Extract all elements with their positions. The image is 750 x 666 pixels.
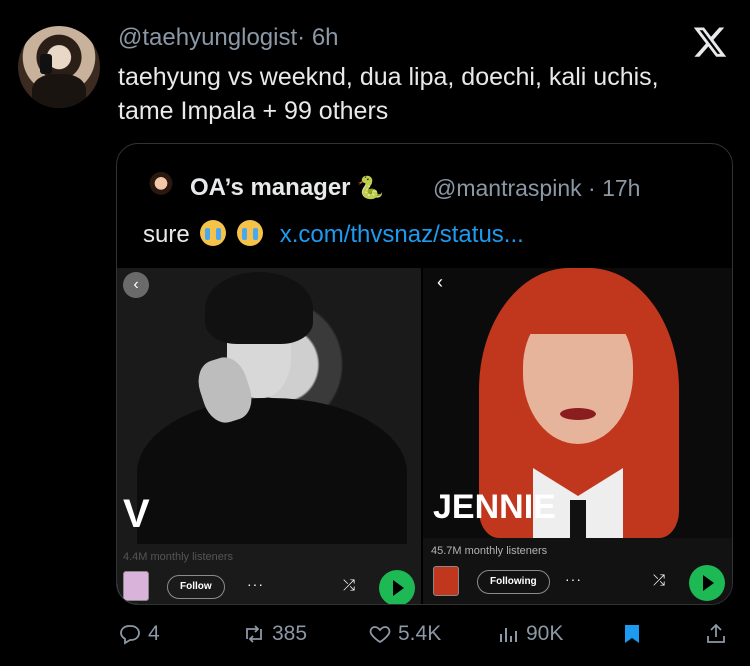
following-button: Following	[477, 570, 550, 594]
jennie-lips	[560, 408, 596, 420]
more-options-icon: ···	[565, 571, 582, 587]
tweet-time: · 6h	[297, 24, 339, 51]
media-image-jennie[interactable]: ‹ JENNIE 45.7M monthly listeners Followi…	[423, 268, 732, 604]
crying-emoji-icon	[200, 220, 227, 246]
media-image-v[interactable]: ‹ V 4.4M monthly listeners Follow ··· ⤮	[117, 268, 421, 604]
quote-author-handle: @mantraspink · 17h	[433, 175, 641, 201]
jennie-bangs	[519, 294, 637, 334]
v-hair	[205, 272, 313, 344]
artist-name: JENNIE	[433, 488, 556, 526]
share-button[interactable]	[704, 622, 728, 646]
repost-count: 385	[272, 622, 308, 645]
views-button[interactable]: 90K	[496, 622, 563, 646]
bookmark-button[interactable]	[620, 622, 644, 646]
back-icon: ‹	[123, 272, 149, 298]
follow-button: Follow	[167, 575, 225, 599]
reply-count: 4	[148, 622, 160, 645]
repost-icon	[246, 625, 262, 643]
analytics-icon	[500, 628, 517, 642]
artist-name: V	[123, 492, 151, 536]
bookmark-icon	[625, 625, 639, 643]
snake-emoji-icon: 🐍	[356, 175, 384, 200]
tweet-actions: 4 385 5.4K 90K	[118, 622, 730, 652]
monthly-listeners: 45.7M monthly listeners	[431, 545, 548, 557]
author-avatar[interactable]	[18, 26, 100, 108]
avatar-figure	[32, 74, 86, 108]
monthly-listeners: 4.4M monthly listeners	[123, 551, 234, 563]
crying-emoji-icon	[237, 220, 264, 246]
repost-button[interactable]: 385	[242, 622, 307, 646]
shuffle-icon: ⤮	[653, 572, 666, 589]
heart-icon	[369, 626, 391, 644]
x-logo-icon	[693, 27, 727, 57]
quote-link[interactable]: x.com/thvsnaz/status...	[280, 221, 524, 248]
tweet-header: @taehyunglogist· 6h	[118, 24, 339, 52]
more-options-icon: ···	[247, 576, 264, 592]
play-button-icon	[379, 570, 415, 604]
quote-author-name-text: OA’s manager	[190, 174, 351, 201]
quote-author-name: OA’s manager 🐍	[190, 174, 384, 202]
view-count: 90K	[526, 622, 564, 645]
shuffle-icon: ⤮	[343, 577, 356, 594]
reply-button[interactable]: 4	[118, 622, 160, 646]
quote-text: sure x.com/thvsnaz/status...	[143, 220, 524, 249]
back-icon: ‹	[437, 272, 443, 292]
quote-text-body: sure	[143, 221, 190, 248]
like-button[interactable]: 5.4K	[368, 622, 441, 646]
v-jacket	[137, 398, 407, 544]
tweet-text: taehyung vs weeknd, dua lipa, doechi, ka…	[118, 63, 659, 125]
artist-thumbnail	[123, 571, 149, 601]
avatar-phone	[40, 54, 52, 74]
media-grid: ‹ V 4.4M monthly listeners Follow ··· ⤮ …	[117, 268, 732, 604]
jennie-artist-photo: ‹ JENNIE	[423, 268, 732, 538]
share-icon	[707, 623, 725, 643]
quote-author-avatar	[143, 169, 179, 205]
reply-icon	[120, 625, 140, 645]
author-handle[interactable]: @taehyunglogist	[118, 24, 297, 51]
jennie-tie	[570, 500, 586, 538]
like-count: 5.4K	[398, 622, 442, 645]
v-artist-photo: ‹ V	[117, 268, 421, 544]
artist-thumbnail	[433, 566, 459, 596]
play-button-icon	[689, 565, 725, 601]
quoted-tweet[interactable]: OA’s manager 🐍 @mantraspink · 17h sure x.…	[116, 143, 733, 605]
